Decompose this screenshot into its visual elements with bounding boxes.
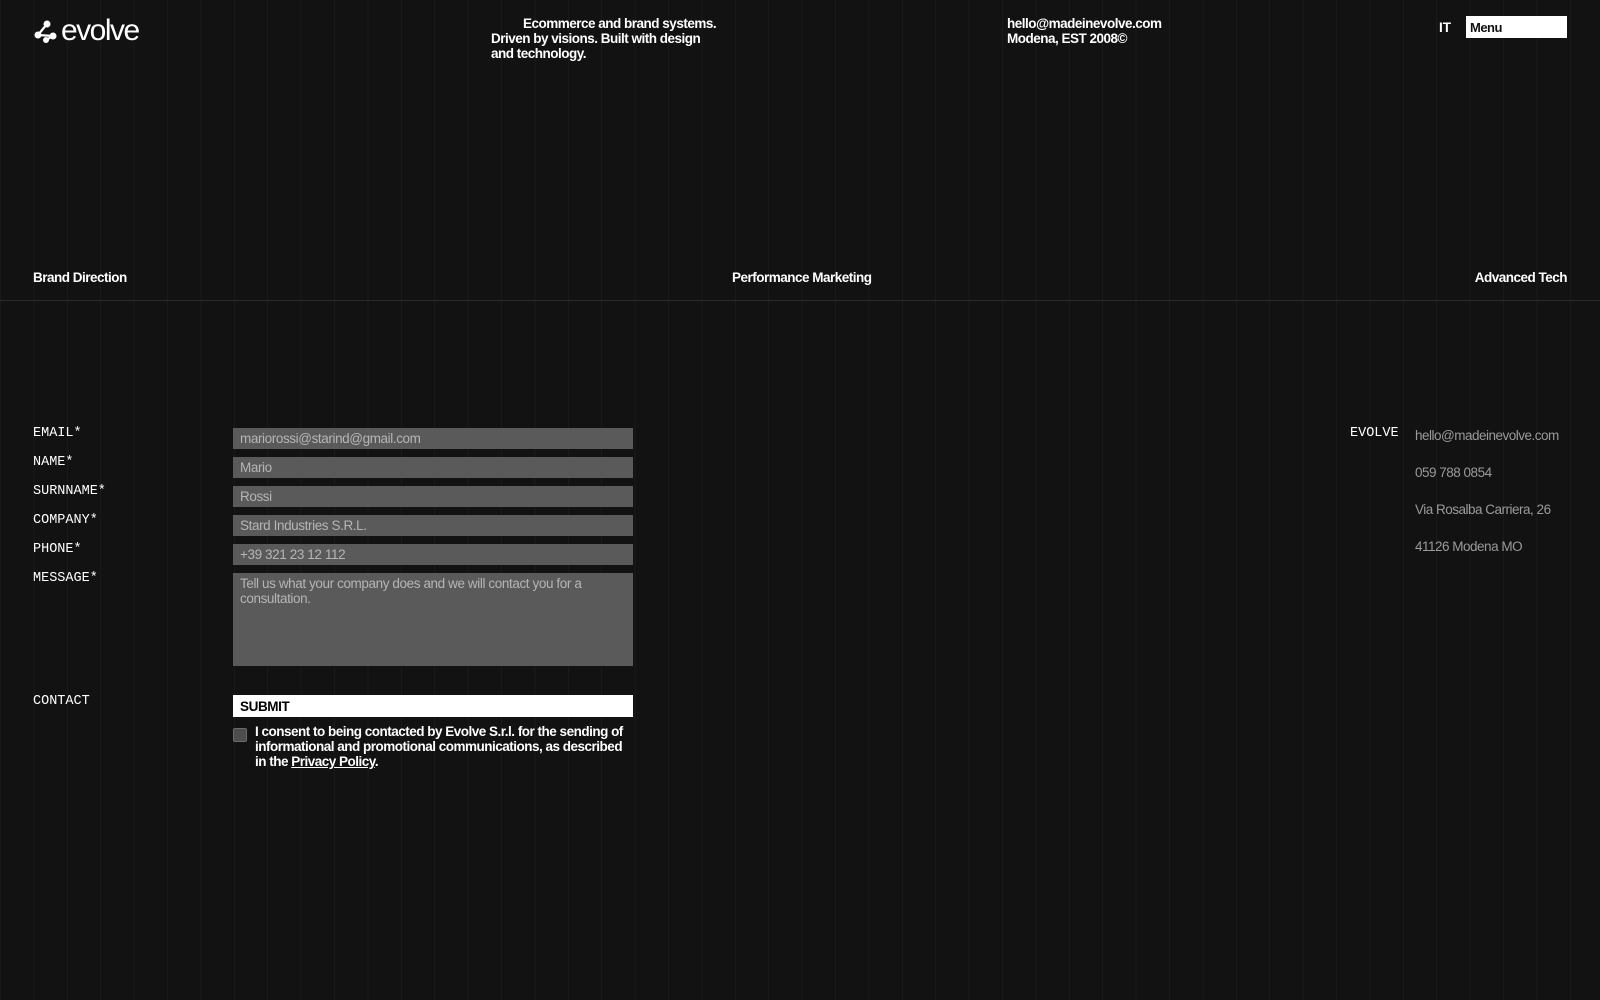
submit-button[interactable]: SUBMIT xyxy=(233,695,633,717)
privacy-policy-link[interactable]: Privacy Policy xyxy=(291,754,375,769)
email-field[interactable] xyxy=(233,428,633,449)
consent-checkbox[interactable] xyxy=(233,728,247,742)
logo-text: evolve xyxy=(61,14,140,47)
surname-label: SURNNAME* xyxy=(33,484,106,499)
service-advanced-tech: Advanced Tech xyxy=(1474,270,1568,285)
message-label: MESSAGE* xyxy=(33,571,98,586)
header-email-link[interactable]: hello@madeinevolve.com xyxy=(1007,16,1162,31)
side-contact-info: hello@madeinevolve.com 059 788 0854 Via … xyxy=(1415,428,1567,576)
surname-field[interactable] xyxy=(233,486,633,507)
side-address: Via Rosalba Carriera, 26 xyxy=(1415,502,1551,517)
company-label: COMPANY* xyxy=(33,513,98,528)
company-field[interactable] xyxy=(233,515,633,536)
logo-mark-icon xyxy=(34,20,57,43)
name-label: NAME* xyxy=(33,455,74,470)
header-contact: hello@madeinevolve.com Modena, EST 2008© xyxy=(1007,16,1162,46)
side-email-link[interactable]: hello@madeinevolve.com xyxy=(1415,428,1567,465)
header-location: Modena, EST 2008© xyxy=(1007,31,1128,46)
email-label: EMAIL* xyxy=(33,426,82,441)
message-field[interactable] xyxy=(233,573,633,666)
side-city: 41126 Modena MO xyxy=(1415,539,1523,554)
header-tagline: Ecommerce and brand systems. Driven by v… xyxy=(491,16,717,61)
side-brand-label: EVOLVE xyxy=(1350,426,1399,441)
phone-label: PHONE* xyxy=(33,542,82,557)
section-divider xyxy=(0,300,1600,301)
side-phone-link[interactable]: 059 788 0854 xyxy=(1415,465,1567,502)
consent-text-end: . xyxy=(374,754,379,769)
service-performance-marketing: Performance Marketing xyxy=(732,270,872,285)
contact-label: CONTACT xyxy=(33,694,90,709)
logo[interactable]: evolve xyxy=(33,14,140,47)
phone-field[interactable] xyxy=(233,544,633,565)
menu-button[interactable]: Menu xyxy=(1466,16,1567,38)
language-switch[interactable]: IT xyxy=(1439,20,1451,35)
name-field[interactable] xyxy=(233,457,633,478)
service-brand-direction: Brand Direction xyxy=(33,270,127,285)
consent-text: I consent to being contacted by Evolve S… xyxy=(255,724,635,769)
